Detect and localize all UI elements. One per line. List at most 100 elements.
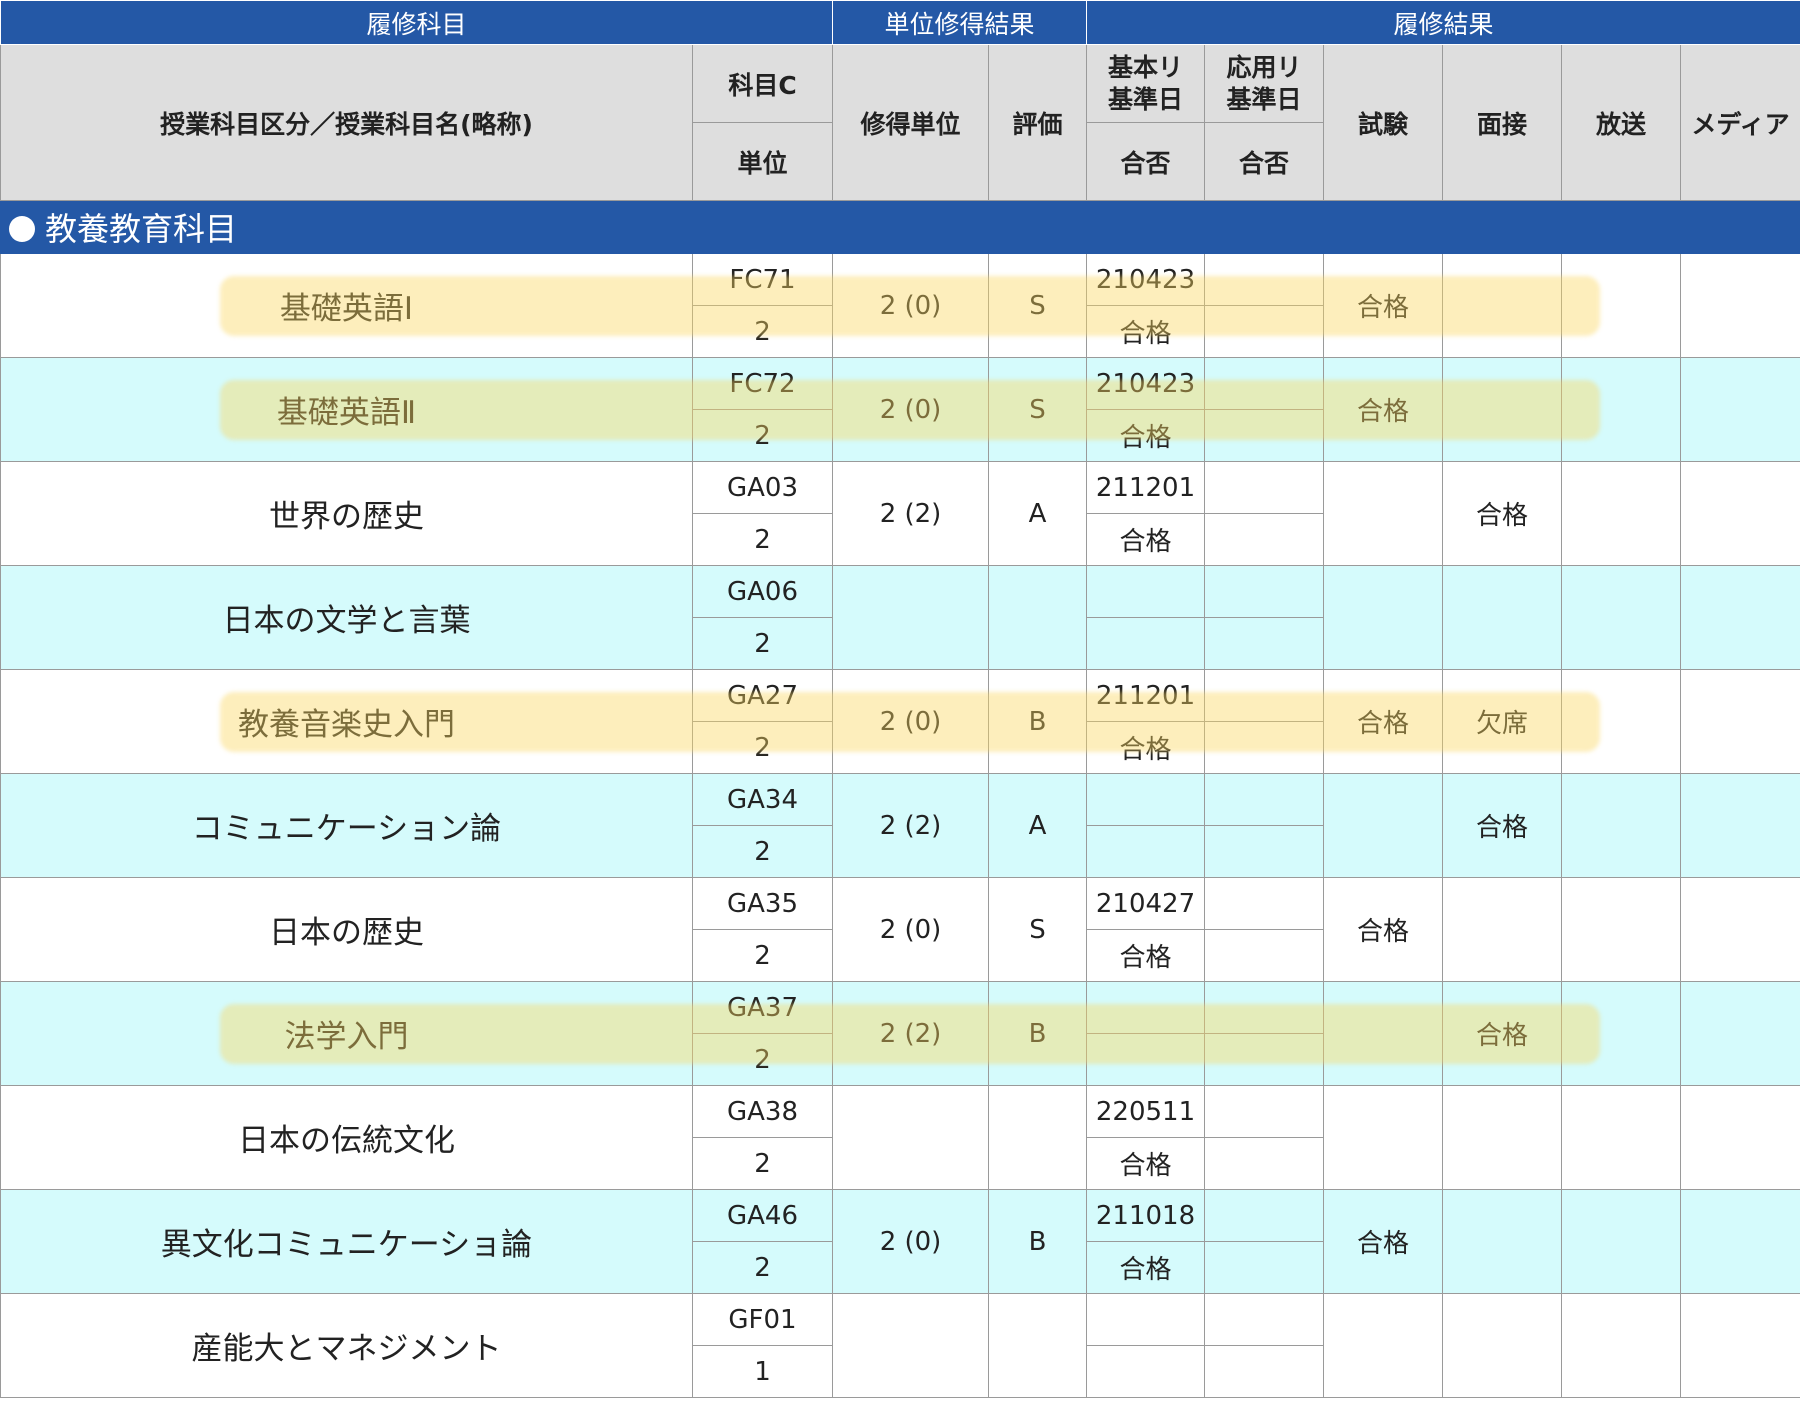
- applied-pass: [1204, 409, 1325, 462]
- course-row: 産能大とマネジメント GF01 1: [0, 1293, 1800, 1398]
- subject-code: FC71: [691, 253, 834, 306]
- grade: [988, 1085, 1088, 1190]
- course-name: 教養音楽史入門: [0, 669, 693, 774]
- course-name: 基礎英語Ⅱ: [0, 357, 693, 462]
- applied-report-date: [1204, 357, 1325, 410]
- subject-code: GF01: [691, 1293, 834, 1346]
- broadcast-result: [1561, 1085, 1682, 1190]
- applied-report-date: [1204, 877, 1325, 930]
- course-name: 産能大とマネジメント: [0, 1293, 693, 1398]
- basic-report-date: 211018: [1086, 1189, 1206, 1242]
- basic-pass: 合格: [1086, 929, 1206, 982]
- grade: [988, 565, 1088, 670]
- course-name: 法学入門: [0, 981, 693, 1086]
- units: 2: [691, 1033, 834, 1086]
- grade: S: [988, 357, 1088, 462]
- applied-report-date: [1204, 565, 1325, 618]
- course-row: 世界の歴史 GA03 2 (2) A 211201 合格 2 合格: [0, 461, 1800, 566]
- media-result: [1680, 253, 1800, 358]
- earned-units: 2 (2): [832, 773, 990, 878]
- subject-code: GA06: [691, 565, 834, 618]
- applied-pass: [1204, 1137, 1325, 1190]
- units: 2: [691, 825, 834, 878]
- applied-pass: [1204, 617, 1325, 670]
- applied-pass: [1204, 825, 1325, 878]
- course-name: 日本の歴史: [0, 877, 693, 982]
- units: 2: [691, 929, 834, 982]
- col-units: 単位: [691, 122, 834, 201]
- exam-result: [1323, 981, 1444, 1086]
- media-result: [1680, 669, 1800, 774]
- exam-result: 合格: [1323, 1189, 1444, 1294]
- grade: B: [988, 669, 1088, 774]
- col-subject-name: 授業科目区分／授業科目名(略称): [0, 44, 693, 201]
- media-result: [1680, 357, 1800, 462]
- course-row: 教養音楽史入門 GA27 2 (0) B 211201 合格 欠席 2 合格: [0, 669, 1800, 774]
- grade: B: [988, 1189, 1088, 1294]
- applied-pass: [1204, 1033, 1325, 1086]
- subject-code: GA37: [691, 981, 834, 1034]
- col-exam: 試験: [1323, 44, 1444, 201]
- basic-report-date: [1086, 981, 1206, 1034]
- applied-report-date: [1204, 773, 1325, 826]
- col-applied-report-date: 応用リ 基準日: [1204, 44, 1325, 123]
- course-row: 異文化コミュニケーショ論 GA46 2 (0) B 211018 合格 2 合格: [0, 1189, 1800, 1294]
- col-basic-report-date: 基本リ 基準日: [1086, 44, 1206, 123]
- broadcast-result: [1561, 461, 1682, 566]
- interview-result: [1442, 877, 1563, 982]
- media-result: [1680, 981, 1800, 1086]
- section-header: 教養教育科目: [0, 200, 1800, 254]
- applied-pass: [1204, 513, 1325, 566]
- broadcast-result: [1561, 669, 1682, 774]
- col-broadcast: 放送: [1561, 44, 1682, 201]
- basic-pass: [1086, 1033, 1206, 1086]
- interview-result: [1442, 357, 1563, 462]
- applied-report-date: [1204, 461, 1325, 514]
- basic-report-date: [1086, 1293, 1206, 1346]
- subject-code: GA38: [691, 1085, 834, 1138]
- basic-report-date: 211201: [1086, 669, 1206, 722]
- media-result: [1680, 1085, 1800, 1190]
- exam-result: 合格: [1323, 253, 1444, 358]
- basic-report-date: 220511: [1086, 1085, 1206, 1138]
- group-header-enroll-result: 履修結果: [1086, 0, 1800, 45]
- exam-result: 合格: [1323, 357, 1444, 462]
- broadcast-result: [1561, 1189, 1682, 1294]
- earned-units: [832, 565, 990, 670]
- course-row: 日本の文学と言葉 GA06 2: [0, 565, 1800, 670]
- broadcast-result: [1561, 877, 1682, 982]
- course-row: 基礎英語Ⅱ FC72 2 (0) S 210423 合格 2 合格: [0, 357, 1800, 462]
- interview-result: [1442, 565, 1563, 670]
- grade: B: [988, 981, 1088, 1086]
- course-row: 日本の歴史 GA35 2 (0) S 210427 合格 2 合格: [0, 877, 1800, 982]
- applied-report-date: [1204, 1085, 1325, 1138]
- basic-pass: 合格: [1086, 1241, 1206, 1294]
- basic-report-date: 210427: [1086, 877, 1206, 930]
- units: 1: [691, 1345, 834, 1398]
- course-row: 法学入門 GA37 2 (2) B 合格 2: [0, 981, 1800, 1086]
- exam-result: [1323, 565, 1444, 670]
- basic-pass: [1086, 617, 1206, 670]
- col-earned-units: 修得単位: [832, 44, 990, 201]
- broadcast-result: [1561, 773, 1682, 878]
- basic-pass: 合格: [1086, 513, 1206, 566]
- exam-result: [1323, 773, 1444, 878]
- exam-result: 合格: [1323, 669, 1444, 774]
- grade: A: [988, 461, 1088, 566]
- applied-report-date: [1204, 253, 1325, 306]
- earned-units: [832, 1085, 990, 1190]
- course-name: 異文化コミュニケーショ論: [0, 1189, 693, 1294]
- basic-report-date: 210423: [1086, 357, 1206, 410]
- grade: [988, 1293, 1088, 1398]
- applied-pass: [1204, 1241, 1325, 1294]
- earned-units: 2 (0): [832, 1189, 990, 1294]
- subject-code: GA35: [691, 877, 834, 930]
- interview-result: [1442, 1189, 1563, 1294]
- broadcast-result: [1561, 357, 1682, 462]
- units: 2: [691, 617, 834, 670]
- interview-result: [1442, 253, 1563, 358]
- broadcast-result: [1561, 1293, 1682, 1398]
- earned-units: 2 (2): [832, 461, 990, 566]
- exam-result: [1323, 1293, 1444, 1398]
- media-result: [1680, 1293, 1800, 1398]
